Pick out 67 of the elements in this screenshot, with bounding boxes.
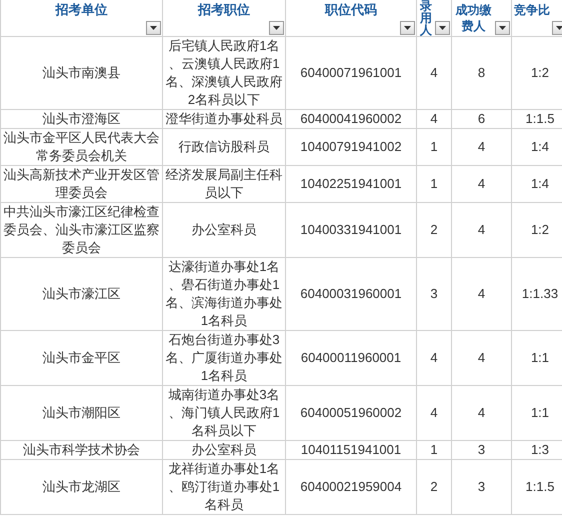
column-header: 成功缴费人 [454,2,492,35]
table-cell: 10400791941002 [286,128,416,166]
caret-icon [499,26,506,30]
caret-icon [404,26,411,30]
table-cell: 3 [452,440,512,460]
table-cell: 汕头市科学技术协会 [0,440,162,460]
table-cell: 60400031960001 [286,258,416,330]
table-cell: 汕头市金平区人民代表大会常务委员会机关 [0,128,162,166]
table-cell: 1 [416,166,452,202]
table-cell: 澄华街道办事处科员 [162,110,286,128]
table-cell: 4 [452,202,512,258]
table-cell: 60400041960002 [286,110,416,128]
caret-icon [273,26,280,30]
filter-button[interactable] [269,21,284,35]
table-cell: 1 [416,128,452,166]
filter-button[interactable] [435,21,450,35]
table-cell: 汕头高新技术产业开发区管理委员会 [0,166,162,202]
table-cell: 60400021959004 [286,460,416,514]
table-cell: 后宅镇人民政府1名、云澳镇人民政府1名、深澳镇人民政府2名科员以下 [162,36,286,110]
column-header: 竞争比 [513,2,551,19]
table-cell: 达濠街道办事处1名、礐石街道办事处1名、滨海街道办事处1名科员 [162,258,286,330]
table-cell: 60400011960001 [286,330,416,386]
column-header: 招考职位 [196,1,251,19]
table-cell: 4 [452,386,512,440]
table-cell: 汕头市濠江区 [0,258,162,330]
table-cell: 2 [416,460,452,514]
table-cell: 城南街道办事处3名、海门镇人民政府1名科员以下 [162,386,286,440]
table-cell: 1 [416,440,452,460]
table-cell: 10400331941001 [286,202,416,258]
column-header: 录用人 [419,0,433,36]
table-cell: 4 [416,36,452,110]
table-cell: 60400071961001 [286,36,416,110]
column-header: 职位代码 [324,1,378,19]
caret-icon [150,26,157,30]
filter-button[interactable] [146,21,161,35]
table-cell: 4 [452,330,512,386]
table-cell: 汕头市南澳县 [0,36,162,110]
caret-icon [556,26,562,30]
table-cell: 办公室科员 [162,202,286,258]
table-cell: 4 [452,166,512,202]
table-cell: 6 [452,110,512,128]
table-cell: 汕头市澄海区 [0,110,162,128]
table-cell: 8 [452,36,512,110]
table-cell: 汕头市潮阳区 [0,386,162,440]
table-cell: 10401151941001 [286,440,416,460]
filter-button[interactable] [495,21,510,35]
caret-icon [439,26,446,30]
table-cell: 4 [452,128,512,166]
column-header: 招考单位 [54,1,108,19]
table-cell: 办公室科员 [162,440,286,460]
filter-button[interactable] [400,21,415,35]
table-cell: 3 [452,460,512,514]
table-cell: 60400051960002 [286,386,416,440]
table-cell: 汕头市龙湖区 [0,460,162,514]
table-cell: 4 [416,386,452,440]
table-cell: 经济发展局副主任科员以下 [162,166,286,202]
table-cell: 10402251941001 [286,166,416,202]
table-cell: 龙祥街道办事处1名、鸥汀街道办事处1名科员 [162,460,286,514]
table-cell: 4 [416,330,452,386]
table-cell: 行政信访股科员 [162,128,286,166]
table-cell: 4 [416,110,452,128]
table-cell: 4 [452,258,512,330]
table-cell: 汕头市金平区 [0,330,162,386]
table-cell: 3 [416,258,452,330]
table-cell: 石炮台街道办事处3名、广厦街道办事处1名科员 [162,330,286,386]
table-cell: 2 [416,202,452,258]
table-cell: 中共汕头市濠江区纪律检查委员会、汕头市濠江区监察委员会 [0,202,162,258]
